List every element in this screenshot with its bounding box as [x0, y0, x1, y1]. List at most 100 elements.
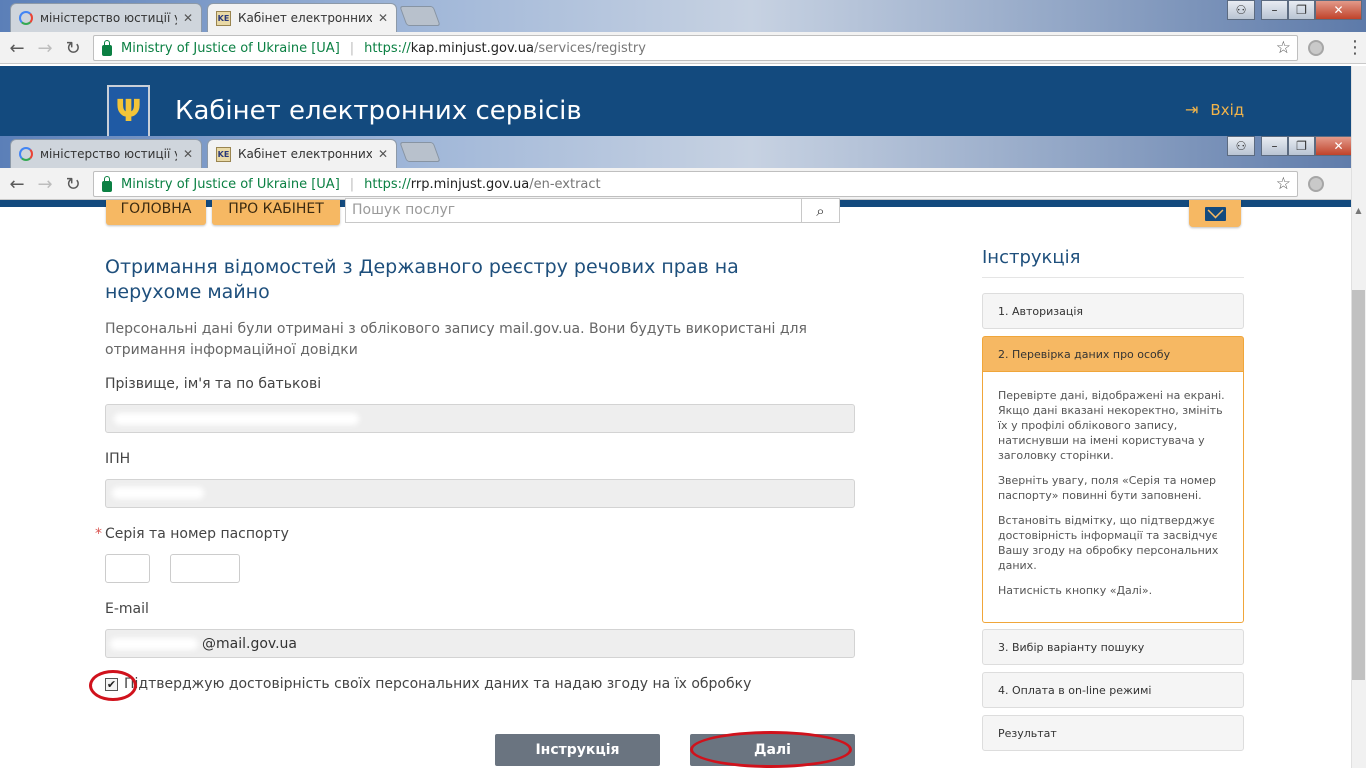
email-field: @mail.gov.ua — [105, 629, 855, 658]
step-authorization[interactable]: 1. Авторизація — [982, 293, 1244, 329]
email-label: E-mail — [105, 601, 149, 617]
kec-favicon-icon: KЕ — [216, 146, 231, 162]
divider — [982, 277, 1244, 278]
step-paragraph: Натисність кнопку «Далі». — [998, 584, 1153, 597]
browser-tab-active[interactable]: KЕ Кабінет електронних сер ✕ — [207, 139, 397, 168]
passport-label: * Серія та номер паспорту — [95, 526, 289, 542]
required-mark: * — [95, 526, 102, 542]
menu-icon[interactable]: ⋮ — [1346, 38, 1364, 58]
reload-icon[interactable]: ↻ — [63, 38, 83, 59]
minimize-button[interactable]: – — [1261, 0, 1288, 20]
url-path: /en-extract — [529, 176, 601, 192]
browser-tab[interactable]: міністерство юстиції укр ✕ — [10, 139, 202, 168]
url-scheme: https:// — [364, 40, 411, 56]
highlight-circle — [690, 731, 852, 768]
site-identity: Ministry of Justice of Ukraine [UA] — [121, 40, 340, 56]
passport-series-input[interactable] — [105, 554, 150, 583]
step-search-option[interactable]: 3. Вибір варіанту пошуку — [982, 629, 1244, 665]
bookmark-star-icon[interactable]: ☆ — [1276, 174, 1291, 194]
url-separator: | — [349, 40, 355, 56]
coat-of-arms-icon: Ψ — [107, 85, 150, 136]
lock-icon — [102, 175, 112, 192]
url-path: /services/registry — [534, 40, 646, 56]
browser-tab[interactable]: міністерство юстиції укр ✕ — [10, 3, 202, 32]
site-title: Кабінет електронних сервісів — [175, 96, 582, 126]
lock-icon — [102, 39, 112, 56]
step-person-check[interactable]: 2. Перевірка даних про особу — [982, 336, 1244, 372]
new-tab-button[interactable] — [399, 6, 441, 26]
info-text: Персональні дані були отримані з обліков… — [105, 321, 807, 358]
passport-label-text: Серія та номер паспорту — [105, 526, 289, 542]
close-tab-icon[interactable]: ✕ — [183, 147, 193, 161]
close-tab-icon[interactable]: ✕ — [378, 147, 388, 161]
user-profile-icon[interactable]: ⚇ — [1227, 0, 1255, 20]
new-tab-button[interactable] — [399, 142, 441, 162]
browser-tabstrip-second: міністерство юстиції укр ✕ KЕ Кабінет ел… — [0, 136, 1366, 168]
nav-about-button[interactable]: ПРО КАБІНЕТ — [212, 200, 340, 225]
redacted-value — [114, 413, 359, 425]
passport-number-input[interactable] — [170, 554, 240, 583]
mail-button[interactable] — [1189, 200, 1241, 227]
back-arrow-icon[interactable]: ← — [7, 38, 27, 59]
back-arrow-icon[interactable]: ← — [7, 174, 27, 195]
browser-tab-active[interactable]: KЕ Кабінет електронних сер ✕ — [207, 3, 397, 32]
close-tab-icon[interactable]: ✕ — [183, 11, 193, 25]
redacted-value — [110, 638, 198, 650]
step-paragraph: Встановіть відмітку, що підтверджує дост… — [998, 514, 1219, 572]
kec-favicon-icon: KЕ — [216, 10, 231, 26]
consent-label[interactable]: Підтверджую достовірність своїх персонал… — [124, 676, 751, 692]
search-icon[interactable]: ⌕ — [801, 198, 840, 223]
tab-title: Кабінет електронних сер — [238, 147, 372, 161]
consent-row[interactable]: ✔ Підтверджую достовірність своїх персон… — [105, 676, 751, 692]
maximize-button[interactable]: ❐ — [1288, 136, 1315, 156]
url-host: kap.minjust.gov.ua — [410, 40, 535, 56]
reload-icon[interactable]: ↻ — [63, 174, 83, 195]
redacted-value — [112, 487, 204, 499]
extension-icon[interactable] — [1308, 176, 1324, 192]
login-link[interactable]: ⇥ Вхід — [1185, 100, 1244, 119]
address-bar[interactable]: Ministry of Justice of Ukraine [UA] | ht… — [93, 35, 1298, 61]
site-header: Ψ Кабінет електронних сервісів ⇥ Вхід — [0, 66, 1351, 136]
url-host: rrp.minjust.gov.ua — [410, 176, 530, 192]
full-name-field — [105, 404, 855, 433]
browser-toolbar-second: ← → ↻ Ministry of Justice of Ukraine [UA… — [0, 168, 1366, 200]
instructions-button[interactable]: Інструкція — [495, 734, 660, 766]
scrollbar-thumb[interactable] — [1352, 290, 1365, 680]
close-tab-icon[interactable]: ✕ — [378, 11, 388, 25]
ipn-field — [105, 479, 855, 508]
url-separator: | — [349, 176, 355, 192]
service-search-input[interactable]: Пошук послуг — [345, 198, 802, 223]
nav-home-button[interactable]: ГОЛОВНА — [106, 200, 206, 225]
step-online-payment[interactable]: 4. Оплата в on-line режимі — [982, 672, 1244, 708]
tab-title: міністерство юстиції укр — [40, 147, 177, 161]
login-label: Вхід — [1210, 100, 1245, 119]
minimize-button[interactable]: – — [1261, 136, 1288, 156]
envelope-icon — [1204, 206, 1226, 221]
name-label: Прізвище, ім'я та по батькові — [105, 376, 322, 392]
tab-title: міністерство юстиції укр — [40, 11, 177, 25]
site-identity: Ministry of Justice of Ukraine [UA] — [121, 176, 340, 192]
google-favicon-icon — [19, 147, 33, 161]
step-paragraph: Перевірте дані, відображені на екрані. Я… — [998, 389, 1225, 462]
step-paragraph: Зверніть увагу, поля «Серія та номер пас… — [998, 474, 1216, 502]
forward-arrow-icon[interactable]: → — [35, 38, 55, 59]
extension-icon[interactable] — [1308, 40, 1324, 56]
email-value: @mail.gov.ua — [202, 636, 297, 652]
step-details: Перевірте дані, відображені на екрані. Я… — [982, 372, 1244, 623]
instructions-title: Інструкція — [982, 247, 1081, 268]
tab-title: Кабінет електронних сер — [238, 11, 372, 25]
maximize-button[interactable]: ❐ — [1288, 0, 1315, 20]
url-scheme: https:// — [364, 176, 411, 192]
close-window-button[interactable]: ✕ — [1315, 0, 1362, 20]
step-result[interactable]: Результат — [982, 715, 1244, 751]
login-icon: ⇥ — [1185, 100, 1199, 119]
browser-toolbar: ← → ↻ Ministry of Justice of Ukraine [UA… — [0, 32, 1366, 64]
user-profile-icon[interactable]: ⚇ — [1227, 136, 1255, 156]
address-bar[interactable]: Ministry of Justice of Ukraine [UA] | ht… — [93, 171, 1298, 197]
google-favicon-icon — [19, 11, 33, 25]
scroll-up-icon[interactable]: ▲ — [1352, 203, 1365, 217]
bookmark-star-icon[interactable]: ☆ — [1276, 38, 1291, 58]
highlight-circle — [89, 670, 137, 701]
forward-arrow-icon[interactable]: → — [35, 174, 55, 195]
ipn-label: ІПН — [105, 451, 131, 467]
